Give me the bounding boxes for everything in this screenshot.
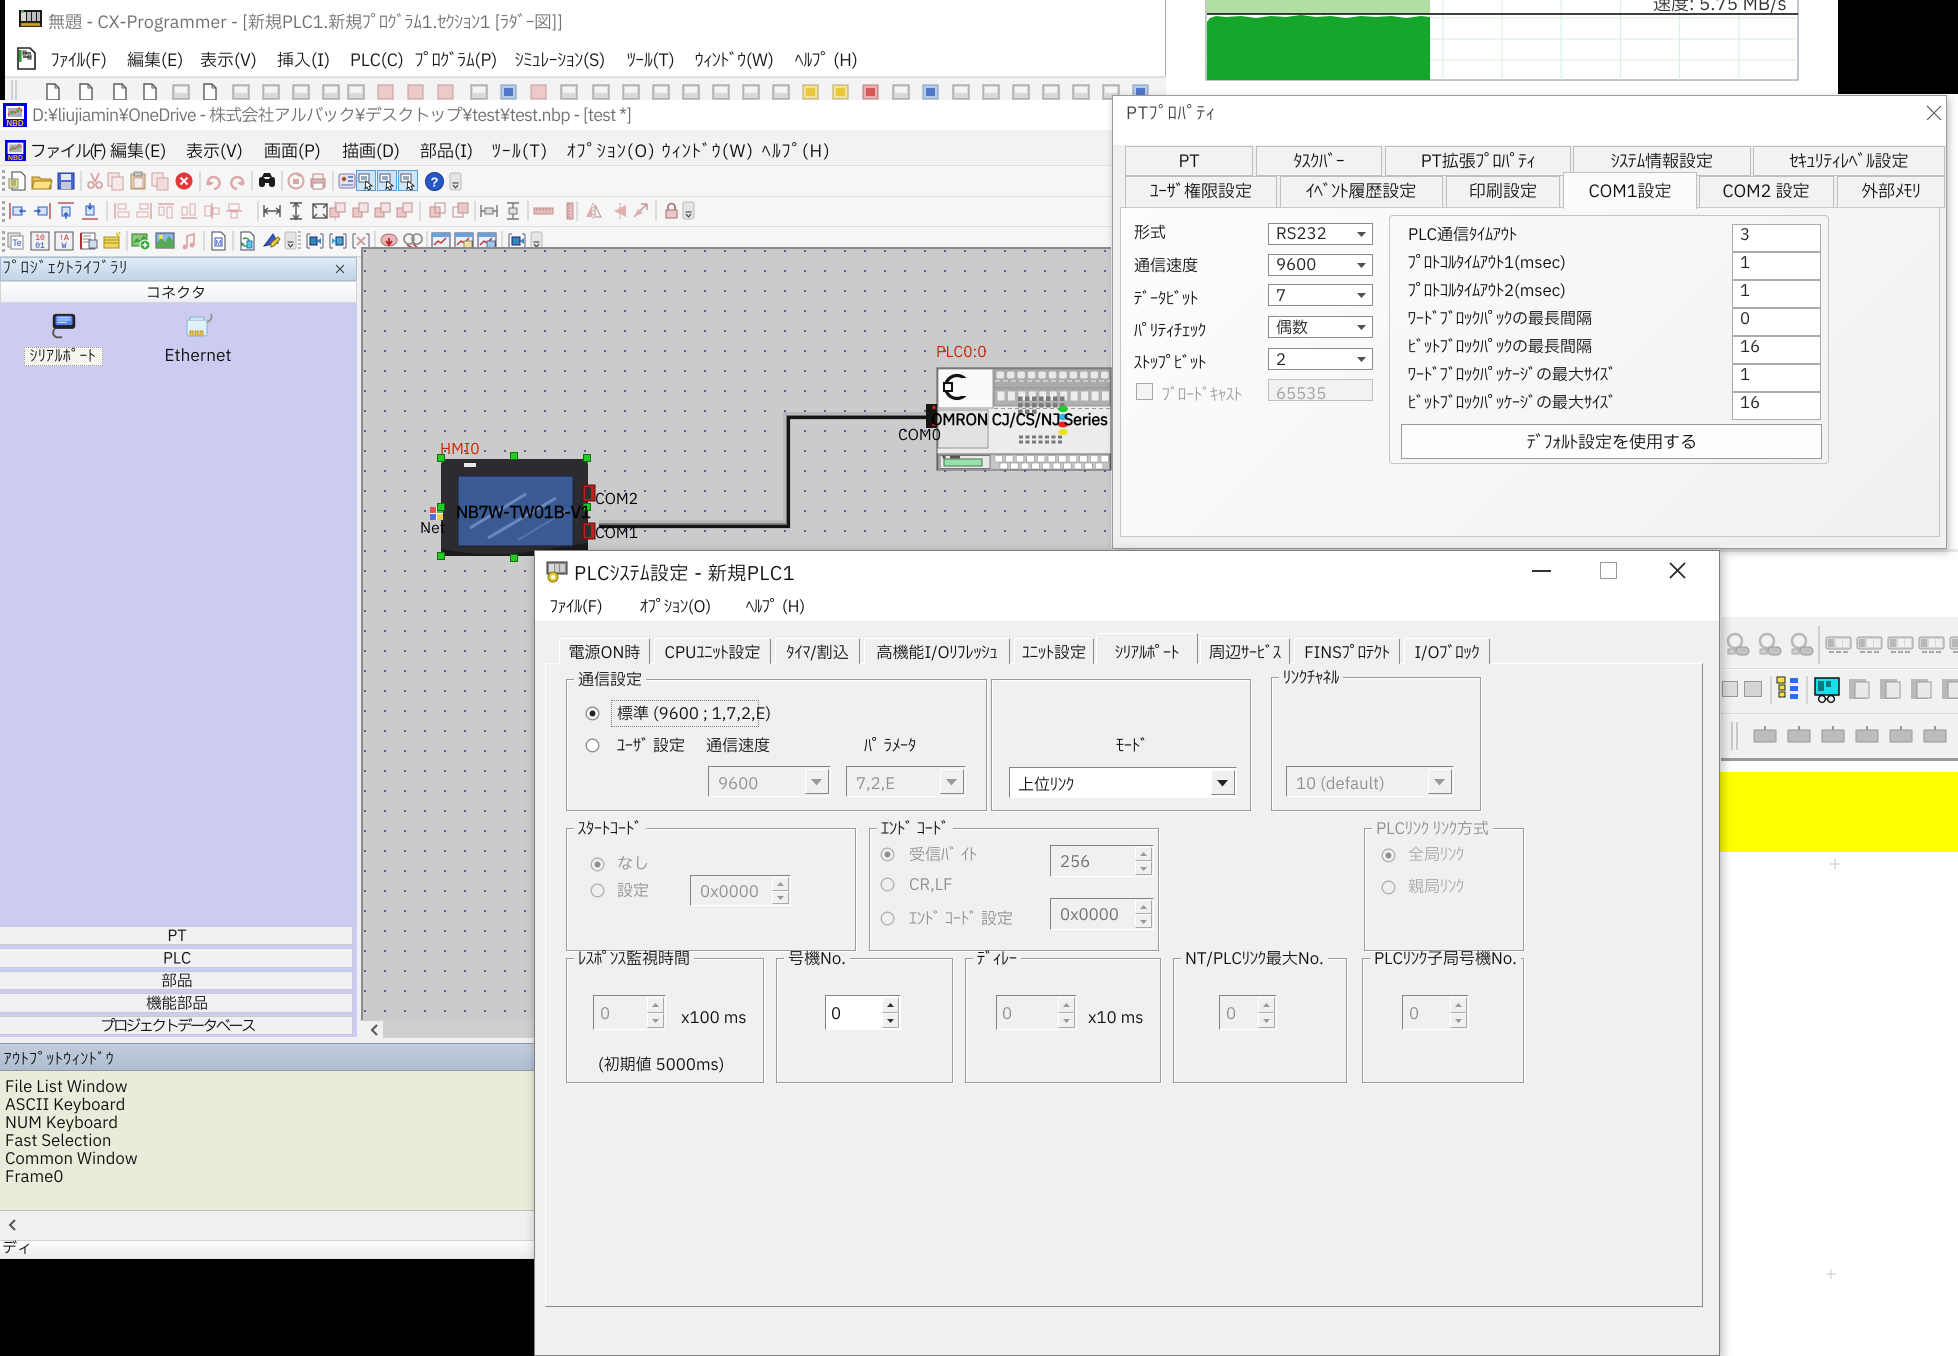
svg-text:M: M (216, 240, 222, 247)
svg-text:01: 01 (35, 242, 45, 251)
svg-text:?: ? (431, 175, 439, 190)
svg-text:Te: Te (12, 238, 22, 248)
svg-text:10: 10 (35, 234, 45, 243)
svg-text:W: W (62, 242, 67, 251)
svg-text:NBD: NBD (6, 119, 24, 128)
svg-text:!A: !A (59, 234, 69, 243)
svg-text:NBD: NBD (8, 155, 23, 162)
